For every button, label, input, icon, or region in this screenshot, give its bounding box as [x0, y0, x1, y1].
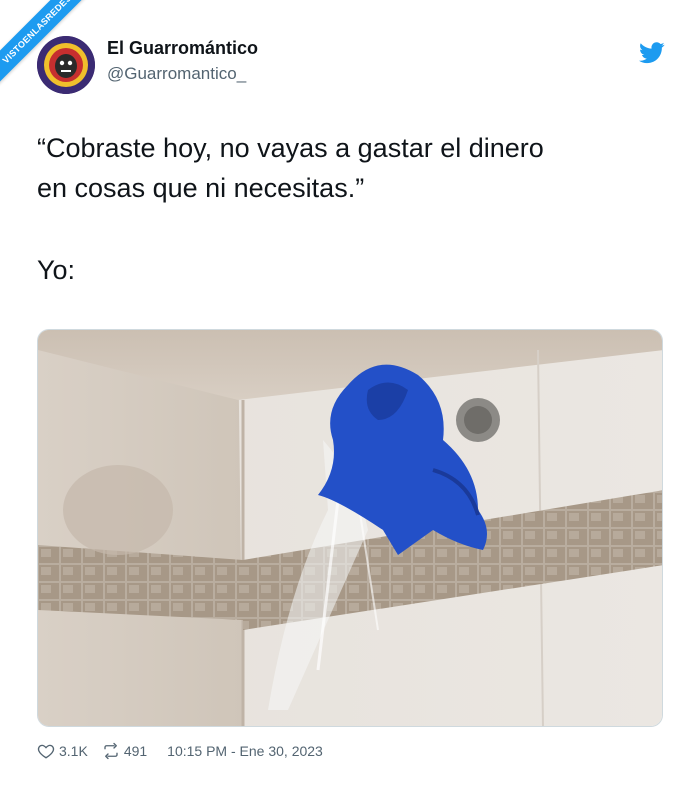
shower-photo	[38, 330, 662, 726]
tweet-footer: 3.1K 491 10:15 PM - Ene 30, 2023	[37, 740, 323, 762]
tweet-text: “Cobraste hoy, no vayas a gastar el dine…	[37, 128, 677, 290]
heart-icon	[37, 744, 55, 759]
tweet-timestamp[interactable]: 10:15 PM - Ene 30, 2023	[167, 743, 323, 759]
retweet-count: 491	[123, 743, 148, 759]
like-metric[interactable]: 3.1K	[37, 742, 88, 760]
tweet-image[interactable]	[37, 329, 663, 727]
avatar[interactable]	[37, 36, 95, 94]
avatar-logo-icon	[37, 36, 95, 94]
tweet-line-3: Yo:	[37, 255, 76, 285]
author-handle[interactable]: @Guarromantico_	[107, 64, 246, 84]
like-count: 3.1K	[59, 743, 88, 759]
tweet-line-1: “Cobraste hoy, no vayas a gastar el dine…	[37, 133, 544, 163]
retweet-metric[interactable]: 491	[102, 742, 147, 760]
author-name[interactable]: El Guarromántico	[107, 38, 258, 59]
tweet-line-2: en cosas que ni necesitas.”	[37, 173, 365, 203]
retweet-icon	[104, 742, 118, 760]
tweet-header: El Guarromántico @Guarromantico_	[37, 36, 665, 96]
twitter-bird-icon[interactable]	[639, 42, 665, 64]
